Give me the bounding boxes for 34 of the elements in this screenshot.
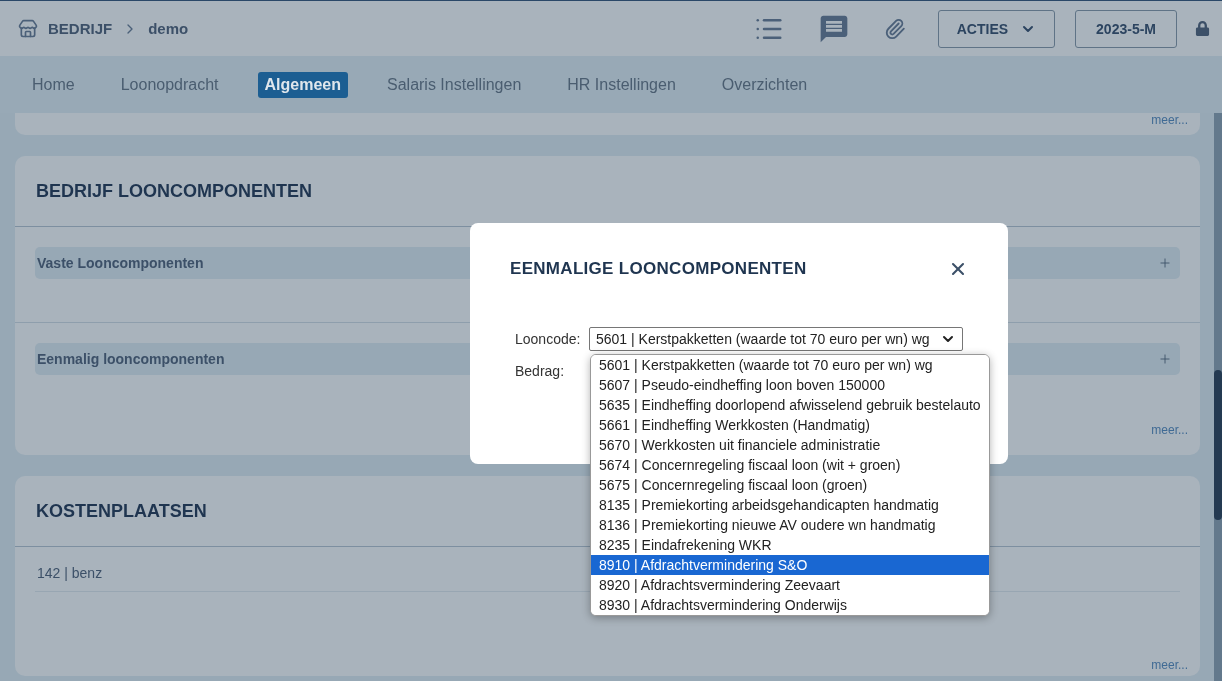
plus-icon <box>1158 256 1172 270</box>
nav-tab[interactable]: HR Instellingen <box>560 71 683 98</box>
more-link[interactable]: meer... <box>1139 658 1200 676</box>
breadcrumb-current: demo <box>148 20 189 37</box>
dropdown-option[interactable]: 5670 | Werkkosten uit financiele administratie <box>591 435 989 455</box>
dropdown-option[interactable]: 8910 | Afdrachtvermindering S&O <box>591 555 989 575</box>
store-icon <box>18 18 38 39</box>
nav-tab[interactable]: Overzichten <box>714 71 815 98</box>
more-link[interactable]: meer... <box>1151 423 1188 437</box>
dropdown-option[interactable]: 8136 | Premiekorting nieuwe AV oudere wn handmatig <box>591 515 989 535</box>
period-button[interactable]: 2023-5-M <box>1075 9 1177 48</box>
more-link[interactable]: meer... <box>1139 113 1200 135</box>
dropdown-option[interactable]: 8235 | Eindafrekening WKR <box>591 535 989 555</box>
nav-tab[interactable]: Loonopdracht <box>113 71 226 98</box>
dropdown-option[interactable]: 5675 | Concernregeling fiscaal loon (groen) <box>591 475 989 495</box>
paperclip-icon[interactable] <box>883 17 906 40</box>
plus-icon <box>1158 352 1172 366</box>
scrollbar[interactable] <box>1214 113 1222 681</box>
dropdown-option[interactable]: 8135 | Premiekorting arbeidsgehandicapten handmatig <box>591 495 989 515</box>
dropdown-option[interactable]: 5635 | Eindheffing doorlopend afwisselend gebruik bestelauto <box>591 395 989 415</box>
dropdown-option[interactable]: 8920 | Afdrachtsvermindering Zeevaart <box>591 575 989 595</box>
dropdown-option[interactable]: 5601 | Kerstpakketten (waarde tot 70 euro per wn) wg <box>591 355 989 375</box>
looncode-select[interactable]: 5601 | Kerstpakketten (waarde tot 70 euro per wn) wg <box>589 327 963 351</box>
dropdown-option[interactable]: 5674 | Concernregeling fiscaal loon (wit + groen) <box>591 455 989 475</box>
dropdown-option[interactable]: 5661 | Eindheffing Werkkosten (Handmatig) <box>591 415 989 435</box>
dropdown-option[interactable]: 8930 | Afdrachtsvermindering Onderwijs <box>591 595 989 615</box>
lock-icon <box>1195 21 1210 36</box>
nav-tab[interactable]: Salaris Instellingen <box>380 71 529 98</box>
nav-tab[interactable]: Algemeen <box>257 71 348 98</box>
breadcrumb-link[interactable]: BEDRIJF <box>48 20 113 37</box>
dropdown-option[interactable]: 5607 | Pseudo-eindheffing loon boven 150000 <box>591 375 989 395</box>
actions-button[interactable]: ACTIES <box>937 9 1056 48</box>
nav-tab[interactable]: Home <box>25 71 82 98</box>
dialog-title: EENMALIGE LOONCOMPONENTEN <box>510 259 807 279</box>
